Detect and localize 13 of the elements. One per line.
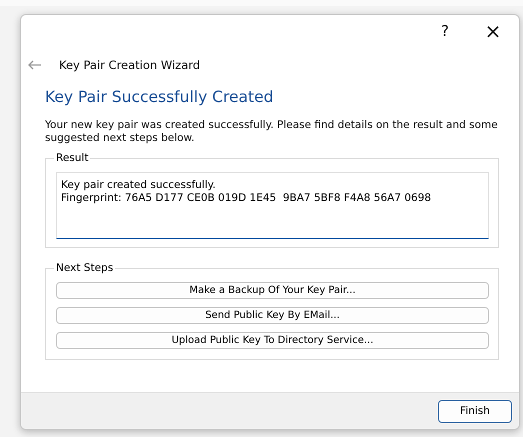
finish-button[interactable]: Finish [438,400,512,422]
result-text-field[interactable]: Key pair created successfully. Fingerprint: 76A5 D177 CE0B 019D 1E45 9BA7 5BF8 F4A8 56A7 0698 [56,172,489,239]
group-label: Next Steps [55,262,114,274]
page-description: Your new key pair was created successfully. Please find details on the result and some suggested next steps below. [45,119,499,145]
next-step-button[interactable]: Upload Public Key To Directory Service... [56,332,489,349]
wizard-title: Key Pair Creation Wizard [59,58,200,72]
group-label: Result [55,152,90,164]
close-button[interactable]: × [467,15,519,47]
next-step-button[interactable]: Send Public Key By EMail... [56,307,489,324]
page-heading: Key Pair Successfully Created [45,88,275,106]
help-button[interactable]: ? [423,15,467,47]
next-step-button[interactable]: Make a Backup Of Your Key Pair... [56,282,489,299]
back-arrow-icon[interactable] [28,60,42,70]
